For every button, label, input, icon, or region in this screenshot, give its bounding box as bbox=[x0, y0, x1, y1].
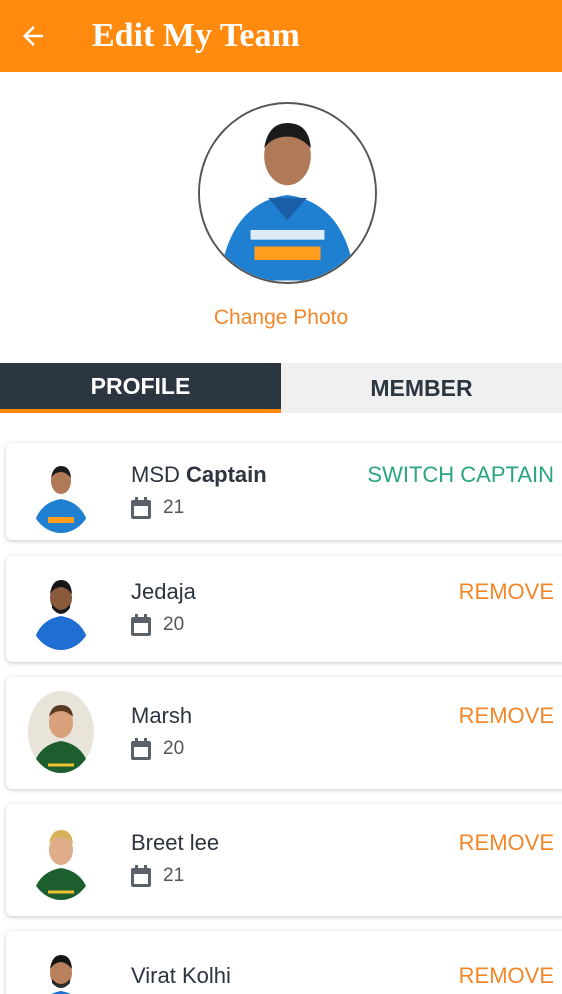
page-title: Edit My Team bbox=[92, 17, 300, 54]
player-photo bbox=[200, 105, 375, 281]
change-photo-link[interactable]: Change Photo bbox=[0, 306, 562, 330]
remove-button[interactable]: REMOVE bbox=[459, 963, 554, 989]
profile-avatar[interactable] bbox=[198, 102, 377, 284]
member-card: Breet lee 21 REMOVE bbox=[6, 804, 562, 916]
member-number: 21 bbox=[163, 865, 185, 886]
back-button[interactable] bbox=[0, 0, 66, 72]
remove-button[interactable]: REMOVE bbox=[459, 579, 554, 605]
member-card: Virat Kolhi REMOVE bbox=[6, 931, 562, 994]
member-meta: 20 bbox=[131, 614, 184, 636]
app-bar: Edit My Team bbox=[0, 0, 562, 72]
member-number: 21 bbox=[163, 497, 185, 518]
member-card: Jedaja 20 REMOVE bbox=[6, 556, 562, 662]
switch-captain-button[interactable]: SWITCH CAPTAIN bbox=[367, 462, 554, 488]
tab-member[interactable]: MEMBER bbox=[281, 363, 562, 413]
tab-bar: PROFILE MEMBER bbox=[0, 363, 562, 413]
member-name: MSD Captain bbox=[131, 462, 267, 487]
avatar bbox=[28, 691, 94, 773]
member-meta: 21 bbox=[131, 865, 184, 887]
calendar-icon bbox=[131, 738, 151, 760]
avatar bbox=[28, 451, 94, 533]
member-name: Virat Kolhi bbox=[131, 963, 231, 988]
avatar bbox=[28, 943, 94, 994]
profile-photo-section: Change Photo bbox=[0, 72, 562, 363]
member-card: Marsh 20 REMOVE bbox=[6, 677, 562, 789]
member-number: 20 bbox=[163, 738, 185, 759]
remove-button[interactable]: REMOVE bbox=[459, 703, 554, 729]
member-number: 20 bbox=[163, 614, 185, 635]
remove-button[interactable]: REMOVE bbox=[459, 830, 554, 856]
member-card: MSD Captain 21 SWITCH CAPTAIN bbox=[6, 443, 562, 540]
member-name: Breet lee bbox=[131, 830, 220, 855]
avatar bbox=[28, 818, 94, 900]
arrow-left-icon bbox=[23, 26, 43, 46]
calendar-icon bbox=[131, 865, 151, 887]
member-meta: 21 bbox=[131, 497, 184, 519]
member-name: Marsh bbox=[131, 703, 193, 728]
member-name: Jedaja bbox=[131, 579, 196, 604]
calendar-icon bbox=[131, 614, 151, 636]
avatar bbox=[28, 568, 94, 650]
calendar-icon bbox=[131, 497, 151, 519]
tab-profile[interactable]: PROFILE bbox=[0, 363, 281, 413]
member-meta: 20 bbox=[131, 738, 184, 760]
